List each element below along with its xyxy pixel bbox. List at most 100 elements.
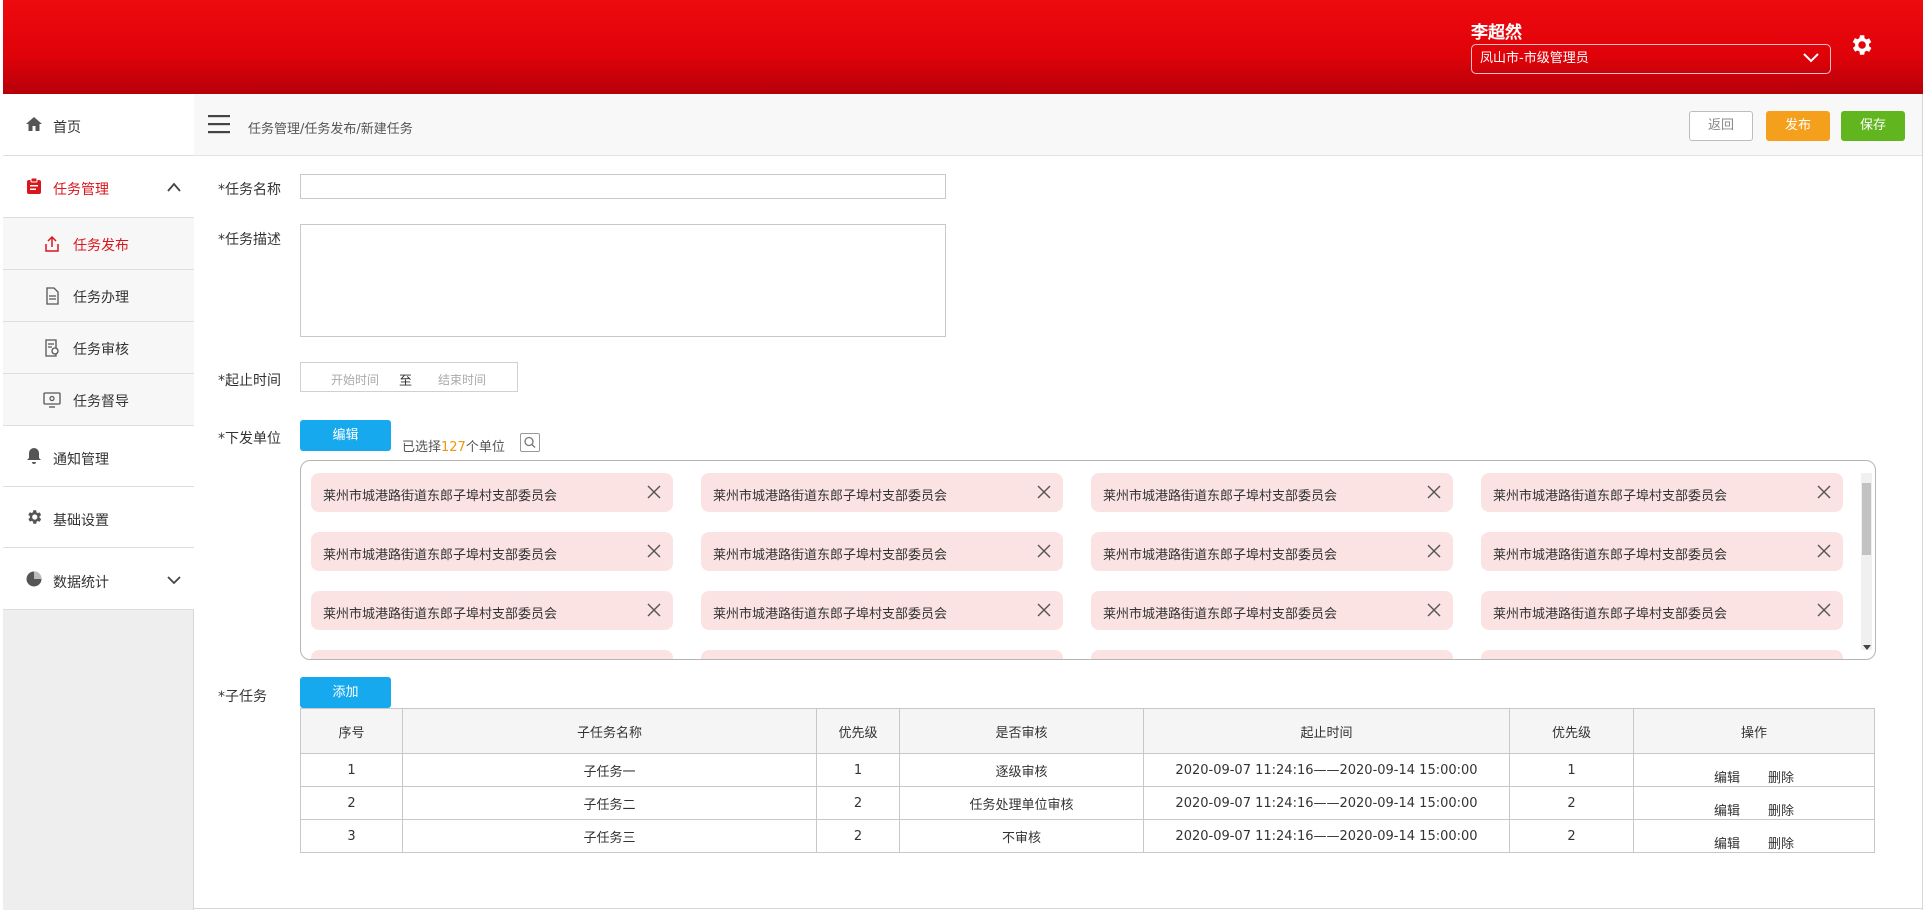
- sidebar-subitem-label: 任务发布: [73, 238, 129, 254]
- edit-units-button[interactable]: 编辑: [300, 420, 391, 451]
- cell-priority: 2: [816, 819, 900, 853]
- unit-tag: [1481, 650, 1843, 659]
- sidebar-item-notifications[interactable]: 通知管理: [3, 426, 194, 487]
- close-icon[interactable]: [1037, 544, 1051, 558]
- subtask-label: *子任务: [218, 689, 267, 705]
- cell-time: 2020-09-07 11:24:16——2020-09-14 15:00:00: [1143, 786, 1510, 820]
- sidebar-item-home[interactable]: 首页: [3, 94, 194, 156]
- selected-units-list[interactable]: 莱州市城港路街道东郎子埠村支部委员会 莱州市城港路街道东郎子埠村支部委员会 莱州市城…: [300, 460, 1876, 660]
- unit-tag: 莱州市城港路街道东郎子埠村支部委员会: [701, 591, 1063, 630]
- menu-icon[interactable]: [208, 114, 230, 134]
- unit-tag: 莱州市城港路街道东郎子埠村支部委员会: [311, 591, 673, 630]
- table-row: 3 子任务三 2 不审核 2020-09-07 11:24:16——2020-0…: [300, 819, 1875, 853]
- cell-priority: 1: [816, 753, 900, 787]
- close-icon[interactable]: [647, 544, 661, 558]
- cell-actions: 编辑 删除: [1633, 753, 1875, 787]
- unit-tag: 莱州市城港路街道东郎子埠村支部委员会: [311, 473, 673, 512]
- sidebar-item-task-supervise[interactable]: 任务督导: [3, 374, 194, 426]
- close-icon[interactable]: [647, 485, 661, 499]
- cell-review: 任务处理单位审核: [899, 786, 1144, 820]
- close-icon[interactable]: [1817, 603, 1831, 617]
- chevron-up-icon[interactable]: [166, 181, 182, 193]
- edit-link[interactable]: 编辑: [1714, 771, 1740, 786]
- selected-units-info: 已选择127个单位: [402, 436, 505, 455]
- unit-tag-label: 莱州市城港路街道东郎子埠村支部委员会: [1493, 548, 1728, 563]
- cell-review: 逐级审核: [899, 753, 1144, 787]
- cell-name: 子任务三: [402, 819, 817, 853]
- selected-count: 127: [441, 440, 466, 455]
- sidebar-item-label: 首页: [53, 120, 81, 136]
- task-name-input[interactable]: [300, 174, 946, 199]
- sidebar-item-task-handle[interactable]: 任务办理: [3, 270, 194, 322]
- close-icon[interactable]: [1427, 485, 1441, 499]
- unit-tag-label: 莱州市城港路街道东郎子埠村支部委员会: [1103, 489, 1338, 504]
- back-button[interactable]: 返回: [1689, 111, 1753, 141]
- delete-link[interactable]: 删除: [1768, 771, 1794, 786]
- user-name: 李超然: [1471, 23, 1522, 43]
- edit-link[interactable]: 编辑: [1714, 804, 1740, 819]
- edit-link[interactable]: 编辑: [1714, 837, 1740, 852]
- role-select[interactable]: 凤山市-市级管理员: [1471, 44, 1831, 74]
- sidebar-item-label: 基础设置: [53, 513, 109, 529]
- gear-icon[interactable]: [1848, 32, 1874, 58]
- unit-tag: 莱州市城港路街道东郎子埠村支部委员会: [1481, 591, 1843, 630]
- close-icon[interactable]: [1427, 544, 1441, 558]
- close-icon[interactable]: [1817, 485, 1831, 499]
- cell-time: 2020-09-07 11:24:16——2020-09-14 15:00:00: [1143, 753, 1510, 787]
- search-units-button[interactable]: [520, 433, 540, 452]
- unit-tag-label: 莱州市城港路街道东郎子埠村支部委员会: [1493, 607, 1728, 622]
- publish-button[interactable]: 发布: [1766, 111, 1830, 141]
- pie-chart-icon: [26, 571, 42, 587]
- sidebar-item-task-publish[interactable]: 任务发布: [3, 218, 194, 270]
- selected-prefix: 已选择: [402, 440, 442, 455]
- column-header: 优先级: [1509, 708, 1634, 754]
- delete-link[interactable]: 删除: [1768, 837, 1794, 852]
- selected-suffix: 个单位: [465, 440, 505, 455]
- sidebar-item-task-review[interactable]: 任务审核: [3, 322, 194, 374]
- scrollbar-thumb[interactable]: [1862, 483, 1871, 555]
- close-icon[interactable]: [1427, 603, 1441, 617]
- date-range-picker[interactable]: 开始时间 至 结束时间: [300, 362, 518, 392]
- cell-no: 2: [300, 786, 403, 820]
- save-button[interactable]: 保存: [1841, 111, 1905, 141]
- close-icon[interactable]: [1037, 603, 1051, 617]
- range-separator: 至: [399, 374, 413, 389]
- unit-tag-label: 莱州市城港路街道东郎子埠村支部委员会: [1103, 607, 1338, 622]
- task-desc-textarea[interactable]: [300, 224, 946, 337]
- unit-tag: 莱州市城港路街道东郎子埠村支部委员会: [1481, 532, 1843, 571]
- add-subtask-button[interactable]: 添加: [300, 677, 391, 708]
- sidebar-item-label: 任务管理: [53, 182, 109, 198]
- column-header: 优先级: [816, 708, 900, 754]
- sidebar-item-task-management[interactable]: 任务管理: [3, 156, 194, 218]
- column-header: 序号: [300, 708, 403, 754]
- column-header: 操作: [1633, 708, 1875, 754]
- start-time-input[interactable]: 开始时间: [331, 371, 379, 388]
- table-row: 1 子任务一 1 逐级审核 2020-09-07 11:24:16——2020-…: [300, 753, 1875, 787]
- bottom-border: [194, 908, 1923, 909]
- unit-tag-label: 莱州市城港路街道东郎子埠村支部委员会: [713, 607, 948, 622]
- unit-tag: 莱州市城港路街道东郎子埠村支部委员会: [701, 532, 1063, 571]
- role-select-value: 凤山市-市级管理员: [1480, 51, 1589, 66]
- close-icon[interactable]: [1817, 544, 1831, 558]
- end-time-input[interactable]: 结束时间: [438, 371, 486, 388]
- chevron-down-icon[interactable]: [166, 574, 182, 586]
- unit-tag: 莱州市城港路街道东郎子埠村支部委员会: [1481, 473, 1843, 512]
- unit-tag-label: 莱州市城港路街道东郎子埠村支部委员会: [323, 607, 558, 622]
- close-icon[interactable]: [647, 603, 661, 617]
- sidebar-item-statistics[interactable]: 数据统计: [3, 548, 194, 610]
- scrollbar[interactable]: [1861, 473, 1872, 650]
- cell-time: 2020-09-07 11:24:16——2020-09-14 15:00:00: [1143, 819, 1510, 853]
- scroll-down-icon[interactable]: [1863, 645, 1871, 650]
- delete-link[interactable]: 删除: [1768, 804, 1794, 819]
- sidebar: 首页 任务管理 任务发布 任务办理 任务审核 任务督导 通知管理 基础设置 数据…: [3, 94, 194, 910]
- sidebar-subitem-label: 任务督导: [73, 394, 129, 410]
- cell-priority2: 1: [1509, 753, 1634, 787]
- close-icon[interactable]: [1037, 485, 1051, 499]
- sidebar-item-basic-settings[interactable]: 基础设置: [3, 487, 194, 548]
- column-header: 是否审核: [899, 708, 1144, 754]
- chevron-down-icon: [1803, 53, 1819, 63]
- unit-tag: 莱州市城港路街道东郎子埠村支部委员会: [1091, 473, 1453, 512]
- unit-tag: [701, 650, 1063, 659]
- cell-name: 子任务一: [402, 753, 817, 787]
- unit-tag: 莱州市城港路街道东郎子埠村支部委员会: [1091, 591, 1453, 630]
